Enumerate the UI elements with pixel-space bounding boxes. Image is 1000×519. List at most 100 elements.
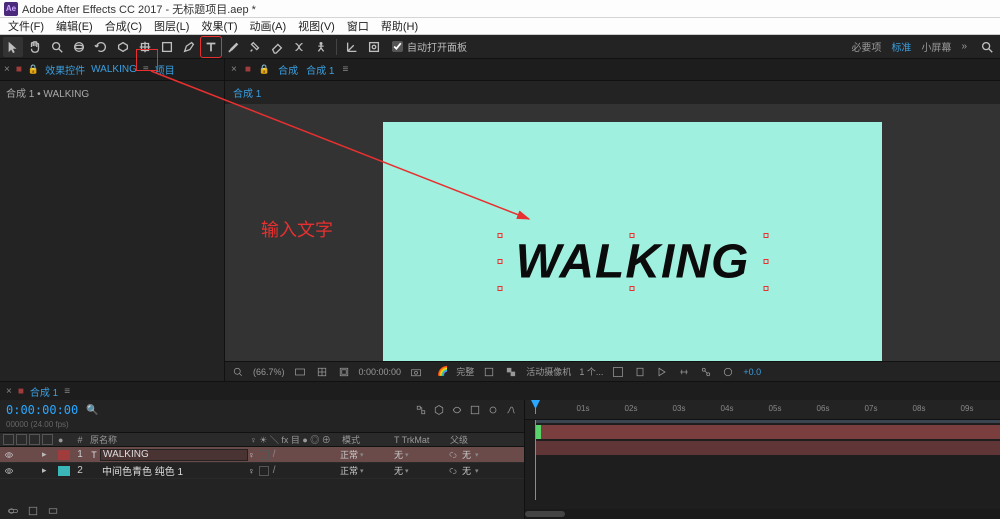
menu-comp[interactable]: 合成(C) — [105, 18, 142, 34]
parent-dropdown[interactable]: 无▾ — [448, 448, 524, 461]
blend-mode-dropdown[interactable]: 正常▾ — [340, 464, 392, 477]
snapshot-icon[interactable] — [409, 365, 423, 379]
draft3d-icon[interactable] — [432, 403, 446, 417]
snapping-toggle[interactable] — [364, 37, 384, 57]
resize-handle-mr[interactable] — [763, 259, 768, 264]
flowchart-icon[interactable] — [699, 365, 713, 379]
orbit-tool[interactable] — [69, 37, 89, 57]
menu-layer[interactable]: 图层(L) — [154, 18, 189, 34]
visibility-icon[interactable] — [3, 465, 14, 476]
project-tab[interactable]: 项目 — [155, 62, 175, 77]
menu-anim[interactable]: 动画(A) — [250, 18, 287, 34]
brush-tool[interactable] — [223, 37, 243, 57]
layer-switches[interactable]: ♀/ — [248, 449, 340, 460]
comp-mini-flowchart-icon[interactable] — [414, 403, 428, 417]
composition-viewer[interactable]: WALKING — [225, 104, 1000, 361]
pixel-aspect-icon[interactable] — [633, 365, 647, 379]
layer-color-label[interactable] — [58, 450, 70, 460]
layer-switches[interactable]: ♀/ — [248, 465, 340, 476]
hide-shy-icon[interactable] — [450, 403, 464, 417]
zoom-tool[interactable] — [47, 37, 67, 57]
color-mgmt-icon[interactable]: 🌈 — [437, 366, 448, 377]
menu-effect[interactable]: 效果(T) — [201, 18, 237, 34]
workspace-more[interactable]: » — [961, 41, 967, 52]
panel-close-icon[interactable]: × — [4, 64, 10, 75]
auto-open-panel-checkbox[interactable]: 自动打开面板 — [392, 39, 467, 54]
comp-tab-label[interactable]: 合成 — [278, 62, 298, 77]
workspace-small[interactable]: 小屏幕 — [921, 39, 951, 54]
col-mode-header[interactable]: 模式 — [342, 433, 394, 446]
comp-panel-menu-icon[interactable]: ≡ — [342, 64, 348, 75]
timeline-close-icon[interactable]: × — [6, 386, 12, 397]
clone-tool[interactable] — [245, 37, 265, 57]
comp-lock-icon[interactable]: 🔒 — [259, 64, 270, 75]
views-dropdown[interactable]: 1 个... — [579, 365, 603, 378]
trkmat-dropdown[interactable]: 无▾ — [392, 448, 448, 461]
rotate-tool[interactable] — [91, 37, 111, 57]
search-help-icon[interactable] — [977, 37, 997, 57]
col-name-header[interactable]: 原名称 — [88, 433, 250, 446]
work-area-bar[interactable] — [535, 420, 1000, 423]
timeline-h-scroll-thumb[interactable] — [525, 511, 565, 517]
menu-window[interactable]: 窗口 — [347, 18, 369, 34]
layer-color-label[interactable] — [58, 466, 70, 476]
pickwhip-icon[interactable] — [448, 450, 458, 460]
transparency-icon[interactable] — [504, 365, 518, 379]
camera-dropdown[interactable]: 活动摄像机 — [526, 365, 571, 378]
resize-handle-ml[interactable] — [497, 259, 502, 264]
timeline-track-view[interactable]: 01s02s03s04s05s06s07s08s09s — [525, 400, 1000, 519]
timeline-tab[interactable]: 合成 1 — [30, 384, 58, 399]
trkmat-dropdown[interactable]: 无▾ — [392, 464, 448, 477]
comp-tab-name[interactable]: 合成 1 — [306, 62, 334, 77]
time-ruler[interactable]: 01s02s03s04s05s06s07s08s09s — [525, 400, 1000, 420]
timeline-h-scrollbar[interactable] — [525, 509, 1000, 519]
effect-controls-tab[interactable]: 效果控件 — [45, 62, 85, 77]
zoom-level[interactable]: (66.7%) — [253, 367, 285, 377]
reset-exposure-icon[interactable] — [721, 365, 735, 379]
region-icon[interactable] — [482, 365, 496, 379]
composition-canvas[interactable]: WALKING — [383, 122, 882, 361]
menu-view[interactable]: 视图(V) — [298, 18, 335, 34]
resize-handle-tl[interactable] — [497, 233, 502, 238]
row-av-toggles[interactable]: ▸ — [0, 465, 58, 476]
lock-icon[interactable]: 🔒 — [28, 64, 39, 75]
menu-edit[interactable]: 编辑(E) — [56, 18, 93, 34]
viewer-time[interactable]: 0:00:00:00 — [359, 367, 402, 377]
selection-bounding-box[interactable] — [500, 236, 765, 288]
local-axis-tool[interactable] — [342, 37, 362, 57]
layer-bar-1[interactable] — [535, 425, 1000, 439]
puppet-tool[interactable] — [311, 37, 331, 57]
twirl-icon[interactable]: ▸ — [42, 465, 47, 476]
toggle-modes-icon[interactable] — [26, 504, 40, 518]
resize-handle-tm[interactable] — [630, 233, 635, 238]
timeline-search-icon[interactable]: 🔍 — [86, 405, 98, 416]
parent-dropdown[interactable]: 无▾ — [448, 464, 524, 477]
mask-icon[interactable] — [337, 365, 351, 379]
fast-preview-icon[interactable] — [655, 365, 669, 379]
exposure-value[interactable]: +0.0 — [743, 367, 761, 377]
resolution-dropdown[interactable]: 完整 — [456, 365, 474, 378]
graph-editor-icon[interactable] — [504, 403, 518, 417]
comp-flow-link[interactable]: 合成 1 — [225, 81, 1000, 104]
toggle-switches-icon[interactable] — [6, 504, 20, 518]
col-parent-header[interactable]: 父级 — [450, 433, 524, 446]
resize-handle-bm[interactable] — [630, 286, 635, 291]
hand-tool[interactable] — [25, 37, 45, 57]
frame-blend-icon[interactable] — [468, 403, 482, 417]
menu-file[interactable]: 文件(F) — [8, 18, 44, 34]
type-tool[interactable] — [201, 37, 221, 57]
current-timecode[interactable]: 0:00:00:00 — [6, 403, 78, 417]
motion-blur-icon[interactable] — [486, 403, 500, 417]
workspace-essentials[interactable]: 必要项 — [851, 39, 881, 54]
view-layout-icon[interactable] — [611, 365, 625, 379]
anchor-tool[interactable] — [135, 37, 155, 57]
layer-name[interactable]: WALKING — [100, 449, 248, 461]
visibility-icon[interactable] — [3, 449, 14, 460]
comp-panel-close-icon[interactable]: × — [231, 64, 237, 75]
resize-handle-tr[interactable] — [763, 233, 768, 238]
selection-tool[interactable] — [3, 37, 23, 57]
layer-row[interactable]: ▸1TWALKING♀/正常▾无▾无▾ — [0, 447, 524, 463]
grid-icon[interactable] — [315, 365, 329, 379]
roto-tool[interactable] — [289, 37, 309, 57]
workspace-standard[interactable]: 标准 — [891, 39, 911, 54]
